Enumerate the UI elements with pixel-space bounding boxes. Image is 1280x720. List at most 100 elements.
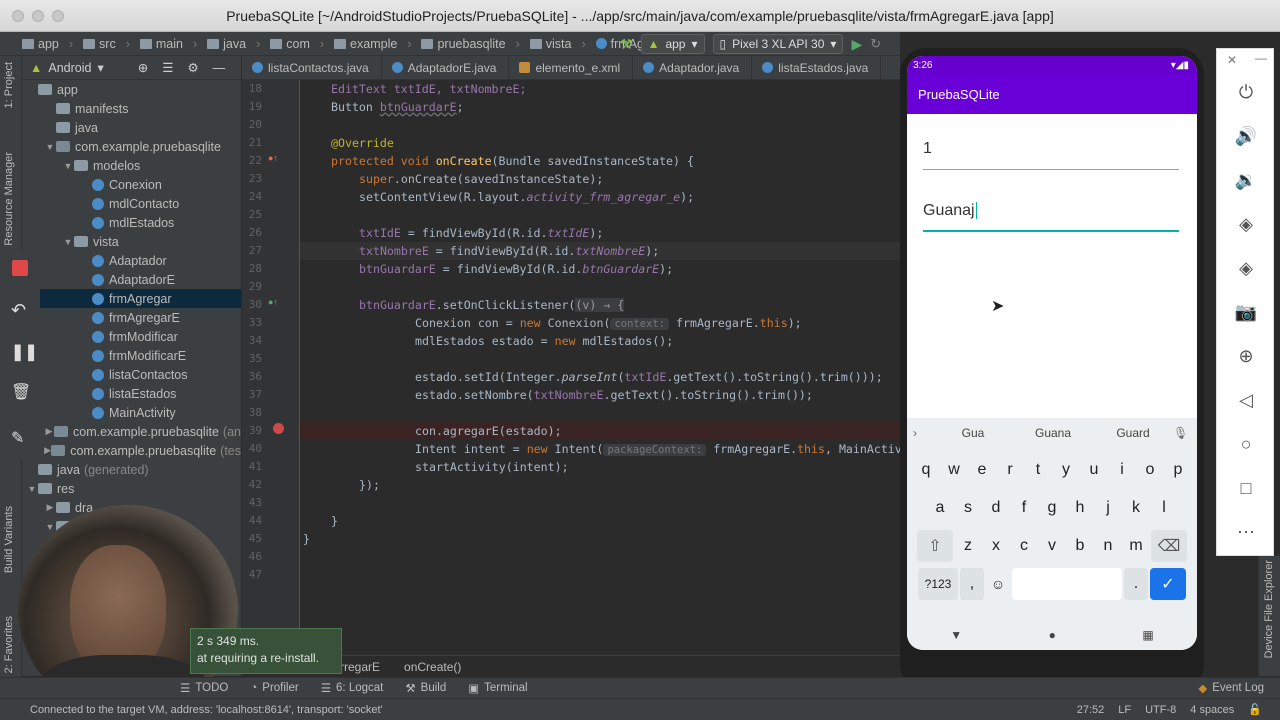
power-icon[interactable]: ⏻ [1231,77,1261,107]
key[interactable]: o [1137,454,1163,486]
volume-up-icon[interactable]: 🔊 [1231,121,1261,151]
key[interactable]: q [913,454,939,486]
collapse-icon[interactable]: ☰ [162,60,173,75]
breakpoint-icon[interactable] [273,423,284,434]
camera-icon[interactable]: 📷 [1231,297,1261,327]
breadcrumb-item[interactable]: vista › [529,37,592,51]
emoji-key[interactable]: ☺ [986,568,1010,600]
pause-icon[interactable]: ❚❚ [11,342,38,361]
project-view-select[interactable]: Android [48,61,91,75]
todo-tool[interactable]: ☰ TODO [180,681,228,695]
tree-item[interactable]: Adaptador [22,251,241,270]
enter-check-key[interactable]: ✓ [1150,568,1186,600]
hammer-icon[interactable]: ⚒ [620,36,633,53]
terminal-tool[interactable]: ▣ Terminal [468,681,527,695]
key[interactable]: f [1011,492,1037,524]
emulator-screen[interactable]: 3:26 ▾◢▮ PruebaSQLite 1 Guanaj ➤ › Gua G… [907,56,1197,650]
tree-item[interactable]: AdaptadorE [22,270,241,289]
key[interactable]: i [1109,454,1135,486]
undo-icon[interactable]: ↶ [11,300,29,320]
favorites-tab[interactable]: 2: Favorites [3,616,15,673]
mic-icon[interactable]: 🎙 [1173,426,1188,440]
key[interactable]: e [969,454,995,486]
key[interactable]: u [1081,454,1107,486]
breadcrumb-item[interactable]: app › [22,37,79,51]
shift-key[interactable]: ⇧ [917,530,953,562]
more-icon[interactable]: ⋯ [1231,517,1261,547]
tree-item[interactable]: ▼ res [22,479,241,498]
key[interactable]: y [1053,454,1079,486]
device-file-explorer-tab[interactable]: Device File Explorer [1263,560,1275,658]
override-marker-icon[interactable]: ●↑ [268,153,278,163]
key[interactable]: g [1039,492,1065,524]
trash-icon[interactable]: 🗑 [11,382,31,401]
apply-changes-icon[interactable]: ↻ [870,36,881,52]
gear-icon[interactable]: ⚙ [187,60,198,75]
tree-item[interactable]: ▼ modelos [22,156,241,175]
profiler-tool[interactable]: ◔ Profiler [250,682,298,694]
chevron-down-icon[interactable]: ▾ [97,60,103,75]
symbols-key[interactable]: ?123 [918,568,958,600]
event-log-tool[interactable]: ◆ Event Log [1198,681,1264,695]
tree-item[interactable]: Conexion [22,175,241,194]
indent-setting[interactable]: 4 spaces [1190,704,1234,716]
tree-item[interactable]: java [22,118,241,137]
key[interactable]: x [983,530,1009,562]
key[interactable]: k [1123,492,1149,524]
resource-manager-tab[interactable]: Resource Manager [3,152,15,246]
tree-item[interactable]: frmAgregar [22,289,241,308]
breadcrumb-item[interactable]: src › [83,37,136,51]
project-tool-tab[interactable]: 1: Project [3,62,15,108]
locate-icon[interactable]: ⊕ [138,60,148,75]
comma-key[interactable]: , [960,568,984,600]
key[interactable]: m [1123,530,1149,562]
device-select[interactable]: ▯ Pixel 3 XL API 30 ▾ [712,34,844,54]
space-key[interactable] [1012,568,1122,600]
tree-item[interactable]: frmModificarE [22,346,241,365]
key[interactable]: j [1095,492,1121,524]
key[interactable]: s [955,492,981,524]
editor-tab[interactable]: listaEstados.java [752,56,882,79]
caret-position[interactable]: 27:52 [1077,704,1105,716]
key[interactable]: p [1165,454,1191,486]
editor-tab[interactable]: AdaptadorE.java [382,56,510,79]
editor-tab[interactable]: Adaptador.java [633,56,753,79]
key[interactable]: n [1095,530,1121,562]
key[interactable]: c [1011,530,1037,562]
editor-tab[interactable]: listaContactos.java [242,56,382,79]
breadcrumb-item[interactable]: example › [334,37,417,51]
tree-item[interactable]: app [22,80,241,99]
tree-item[interactable]: frmAgregarE [22,308,241,327]
tree-item[interactable]: manifests [22,99,241,118]
minimize-icon[interactable]: — [1255,51,1267,65]
chevron-right-icon[interactable]: › [913,426,933,440]
breadcrumb-item[interactable]: pruebasqlite › [421,37,525,51]
hide-keyboard-icon[interactable]: ▼ [950,628,962,642]
id-field[interactable]: 1 [923,140,1179,170]
suggestion[interactable]: Gua [933,426,1013,440]
name-field[interactable]: Guanaj [923,202,1179,232]
pencil-icon[interactable]: ✎ [11,428,29,447]
key[interactable]: h [1067,492,1093,524]
build-tool[interactable]: ⚒ Build [405,681,446,695]
rotate-left-icon[interactable]: ◈ [1231,209,1261,239]
tree-item[interactable]: mdlEstados [22,213,241,232]
stop-icon[interactable] [12,260,28,276]
overview-icon[interactable]: □ [1231,473,1261,503]
tree-item[interactable]: mdlContacto [22,194,241,213]
breadcrumb-item[interactable]: com › [270,37,330,51]
key[interactable]: v [1039,530,1065,562]
code-editor[interactable]: EditText txtIdE, txtNombreE; Button btnG… [300,80,900,655]
tree-item[interactable]: ▼ vista [22,232,241,251]
breadcrumb-item[interactable]: java › [207,37,266,51]
breadcrumb-class[interactable]: rregarE [340,660,380,674]
key[interactable]: l [1151,492,1177,524]
tree-item[interactable]: listaEstados [22,384,241,403]
period-key[interactable]: . [1124,568,1148,600]
key[interactable]: z [955,530,981,562]
suggestion[interactable]: Guard [1093,426,1173,440]
run-config-select[interactable]: ▲ app ▾ [640,34,705,54]
lambda-marker-icon[interactable]: ●↑ [268,297,278,307]
key[interactable]: r [997,454,1023,486]
home-icon[interactable]: ○ [1231,429,1261,459]
